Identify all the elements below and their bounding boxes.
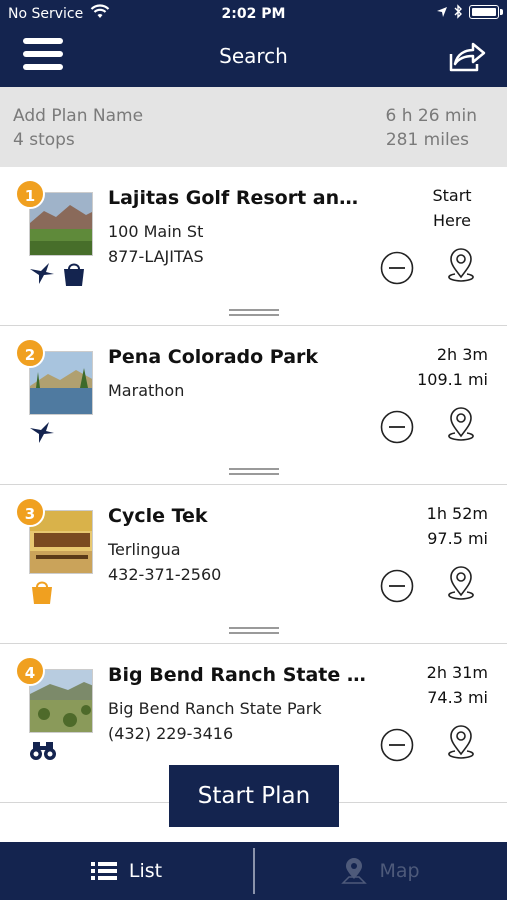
category-icons	[29, 738, 57, 762]
stop-name[interactable]: Big Bend Ranch State Park	[108, 664, 368, 686]
share-icon[interactable]	[447, 40, 487, 74]
eta-time: 1h 52m	[426, 504, 488, 523]
drag-handle[interactable]	[229, 627, 279, 635]
location-arrow-icon	[437, 6, 447, 17]
stop-name[interactable]: Pena Colorado Park	[108, 346, 368, 368]
stop-number-badge: 1	[15, 179, 45, 209]
stop-eta: Start Here	[407, 183, 497, 233]
stops-count: 4 stops	[13, 130, 75, 150]
eta-time: 2h 31m	[426, 663, 488, 682]
stop-address: Big Bend Ranch State Park	[108, 699, 322, 718]
eta-distance: 109.1 mi	[417, 370, 488, 389]
stop-address: Marathon	[108, 381, 185, 400]
shopping-bag-icon	[64, 263, 84, 286]
eta-time: 2h 3m	[436, 345, 488, 364]
remove-stop-button[interactable]	[380, 410, 414, 444]
stop-address: 100 Main St	[108, 222, 204, 241]
tab-map-label: Map	[379, 860, 420, 882]
tab-list-label: List	[128, 860, 163, 882]
remove-stop-button[interactable]	[380, 728, 414, 762]
tab-map[interactable]: Map	[254, 842, 507, 900]
battery-icon	[469, 4, 503, 19]
stop-card[interactable]: 1 Lajitas Golf Resort and S... 100 Main …	[0, 167, 507, 326]
drag-handle[interactable]	[229, 468, 279, 476]
stop-phone[interactable]: (432) 229-3416	[108, 724, 233, 743]
status-right	[436, 4, 503, 19]
stop-address: Terlingua	[108, 540, 181, 559]
drag-handle[interactable]	[229, 309, 279, 317]
eta-line1: Start	[432, 186, 472, 205]
start-plan-button[interactable]: Start Plan	[169, 765, 339, 827]
list-icon	[90, 862, 117, 880]
nav-bar: Search	[0, 28, 507, 87]
bird-icon	[30, 263, 54, 284]
tab-list[interactable]: List	[0, 842, 253, 900]
map-pin-button[interactable]	[443, 406, 479, 446]
stop-card[interactable]: 2 Pena Colorado Park Marathon 2h 3m 109.…	[0, 326, 507, 485]
stop-name[interactable]: Cycle Tek	[108, 505, 368, 527]
eta-distance: 74.3 mi	[427, 688, 488, 707]
status-bar: No Service 2:02 PM	[0, 0, 507, 28]
stop-eta: 2h 3m 109.1 mi	[378, 342, 488, 392]
map-pin-button[interactable]	[443, 724, 479, 764]
page-title: Search	[219, 44, 288, 68]
shopping-bag-icon	[32, 581, 52, 604]
eta-distance: 97.5 mi	[427, 529, 488, 548]
remove-stop-button[interactable]	[380, 251, 414, 285]
plan-name-field[interactable]: Add Plan Name	[13, 106, 143, 126]
stop-number-badge: 4	[15, 656, 45, 686]
binoculars-icon	[30, 742, 56, 760]
stop-name[interactable]: Lajitas Golf Resort and S...	[108, 187, 368, 209]
total-distance: 281 miles	[385, 130, 469, 150]
map-pin-button[interactable]	[443, 565, 479, 605]
stop-eta: 2h 31m 74.3 mi	[378, 660, 488, 710]
stop-phone[interactable]: 432-371-2560	[108, 565, 221, 584]
top-bar: No Service 2:02 PM Search	[0, 0, 507, 87]
bird-icon	[30, 422, 54, 443]
remove-stop-button[interactable]	[380, 569, 414, 603]
stop-card[interactable]: 3 Cycle Tek Terlingua 432-371-2560 1h 52…	[0, 485, 507, 644]
map-marker-icon	[341, 858, 368, 884]
stop-phone[interactable]: 877-LAJITAS	[108, 247, 204, 266]
plan-summary: Add Plan Name 4 stops 6 h 26 min 281 mil…	[0, 87, 507, 167]
stop-number-badge: 3	[15, 497, 45, 527]
eta-line2: Here	[433, 211, 471, 230]
map-pin-button[interactable]	[443, 247, 479, 287]
total-time: 6 h 26 min	[385, 106, 478, 126]
category-icons	[29, 261, 87, 287]
bottom-tab-bar: List Map	[0, 842, 507, 900]
stop-number-badge: 2	[15, 338, 45, 368]
bluetooth-icon	[454, 4, 462, 19]
category-icons	[29, 420, 55, 444]
stop-eta: 1h 52m 97.5 mi	[378, 501, 488, 551]
clock-time: 2:02 PM	[221, 6, 286, 22]
category-icons	[29, 579, 55, 605]
